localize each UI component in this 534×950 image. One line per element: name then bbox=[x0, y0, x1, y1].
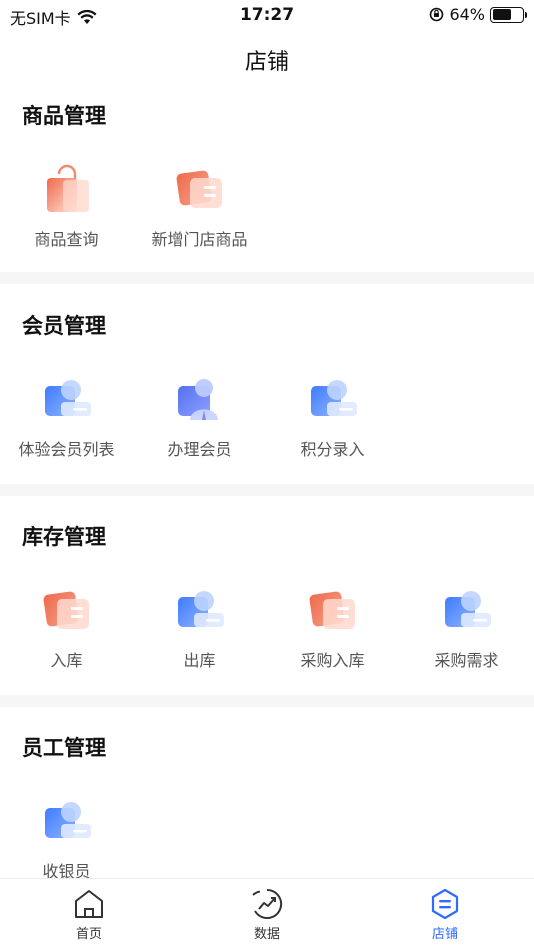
cashier-button[interactable]: 收银员 bbox=[0, 796, 133, 882]
tab-data-label: 数据 bbox=[253, 927, 280, 942]
user-badge-icon bbox=[174, 374, 226, 426]
register-member-button[interactable]: 办理会员 bbox=[133, 374, 266, 460]
section-divider bbox=[0, 272, 534, 284]
goods-query-button[interactable]: 商品查询 bbox=[0, 164, 133, 250]
tab-store[interactable]: 店铺 bbox=[395, 887, 495, 942]
tab-bar: 首页 数据 店铺 bbox=[0, 878, 534, 950]
page-title: 店铺 bbox=[244, 50, 289, 75]
add-store-goods-button[interactable]: 新增门店商品 bbox=[133, 164, 266, 250]
card-stack-icon bbox=[307, 585, 359, 637]
member-card-icon bbox=[441, 585, 493, 637]
tab-home[interactable]: 首页 bbox=[39, 887, 139, 942]
member-card-icon bbox=[41, 374, 93, 426]
points-entry-button[interactable]: 积分录入 bbox=[266, 374, 399, 460]
store-icon bbox=[428, 887, 462, 921]
tab-store-label: 店铺 bbox=[431, 927, 458, 942]
section-goods: 商品管理 商品查询 新增门店商品 bbox=[0, 100, 534, 272]
home-icon bbox=[72, 887, 106, 921]
member-card-icon bbox=[41, 796, 93, 848]
purchase-in-button[interactable]: 采购入库 bbox=[266, 585, 399, 671]
card-stack-icon bbox=[174, 164, 226, 216]
rotation-lock-icon bbox=[430, 7, 444, 22]
battery-fill bbox=[492, 9, 512, 20]
section-members: 会员管理 体验会员列表 办理会员 积分录入 bbox=[0, 310, 534, 482]
stock-out-button[interactable]: 出库 bbox=[133, 585, 266, 671]
section-stock: 库存管理 入库 出库 采购入库 采购需求 bbox=[0, 521, 534, 693]
tab-data[interactable]: 数据 bbox=[217, 887, 317, 942]
tab-home-label: 首页 bbox=[75, 927, 102, 942]
add-store-goods-label: 新增门店商品 bbox=[151, 230, 248, 249]
battery-percent: 64% bbox=[449, 5, 485, 24]
goods-query-label: 商品查询 bbox=[34, 230, 99, 249]
section-divider bbox=[0, 484, 534, 496]
purchase-demand-label: 采购需求 bbox=[434, 651, 499, 670]
trial-member-list-button[interactable]: 体验会员列表 bbox=[0, 374, 133, 460]
purchase-in-label: 采购入库 bbox=[300, 651, 365, 670]
points-entry-label: 积分录入 bbox=[300, 440, 365, 459]
status-right: 64% bbox=[429, 5, 527, 24]
section-title-members: 会员管理 bbox=[22, 314, 106, 338]
shopping-bag-icon bbox=[41, 164, 93, 216]
card-stack-icon bbox=[41, 585, 93, 637]
section-title-stock: 库存管理 bbox=[22, 525, 106, 549]
section-staff: 员工管理 收银员 bbox=[0, 732, 534, 881]
battery-icon bbox=[490, 6, 527, 23]
stock-in-button[interactable]: 入库 bbox=[0, 585, 133, 671]
section-divider bbox=[0, 695, 534, 707]
stock-in-label: 入库 bbox=[50, 651, 83, 670]
stock-out-label: 出库 bbox=[183, 651, 216, 670]
register-member-label: 办理会员 bbox=[167, 440, 232, 459]
chart-trend-icon bbox=[250, 887, 284, 921]
section-title-goods: 商品管理 bbox=[22, 104, 106, 128]
member-card-icon bbox=[174, 585, 226, 637]
member-card-icon bbox=[307, 374, 359, 426]
status-bar: 无SIM卡 17:27 64% bbox=[0, 0, 534, 32]
section-title-staff: 员工管理 bbox=[22, 736, 106, 760]
purchase-demand-button[interactable]: 采购需求 bbox=[400, 585, 533, 671]
trial-member-list-label: 体验会员列表 bbox=[18, 440, 115, 459]
